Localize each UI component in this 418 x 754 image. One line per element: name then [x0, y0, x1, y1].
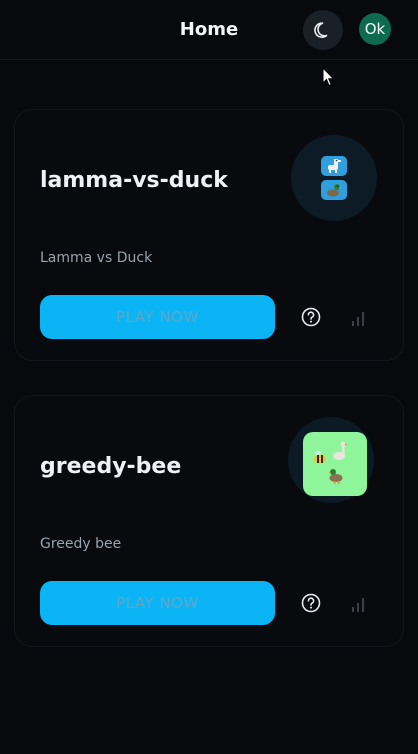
game-title: lamma-vs-duck: [40, 168, 228, 193]
game-thumbnail[interactable]: [291, 135, 377, 221]
goose-icon: [333, 441, 348, 460]
play-now-button[interactable]: PLAY NOW: [40, 295, 275, 339]
game-description: Lamma vs Duck: [40, 250, 153, 266]
game-description: Greedy bee: [40, 536, 122, 552]
bee-icon: [314, 451, 326, 464]
help-icon[interactable]: [300, 306, 322, 328]
help-icon[interactable]: [300, 592, 322, 614]
duck-icon: [328, 469, 343, 484]
avatar[interactable]: Ok: [359, 13, 391, 45]
stats-icon[interactable]: [351, 593, 367, 613]
game-card: lamma-vs-duck Lamma vs Duck PLAY NOW: [14, 109, 404, 361]
game-title: greedy-bee: [40, 454, 182, 479]
stats-icon[interactable]: [351, 307, 367, 327]
game-thumbnail[interactable]: [303, 432, 367, 496]
page-title: Home: [179, 19, 239, 40]
duck-icon: [321, 180, 347, 200]
app-header: Home Ok: [0, 0, 418, 60]
mouse-cursor-icon: [322, 67, 335, 87]
moon-icon: [314, 22, 328, 38]
play-now-button[interactable]: PLAY NOW: [40, 581, 275, 625]
theme-toggle-button[interactable]: [303, 10, 343, 50]
llama-icon: [321, 156, 347, 176]
game-card: greedy-bee Greedy bee PLAY NOW: [14, 395, 404, 647]
